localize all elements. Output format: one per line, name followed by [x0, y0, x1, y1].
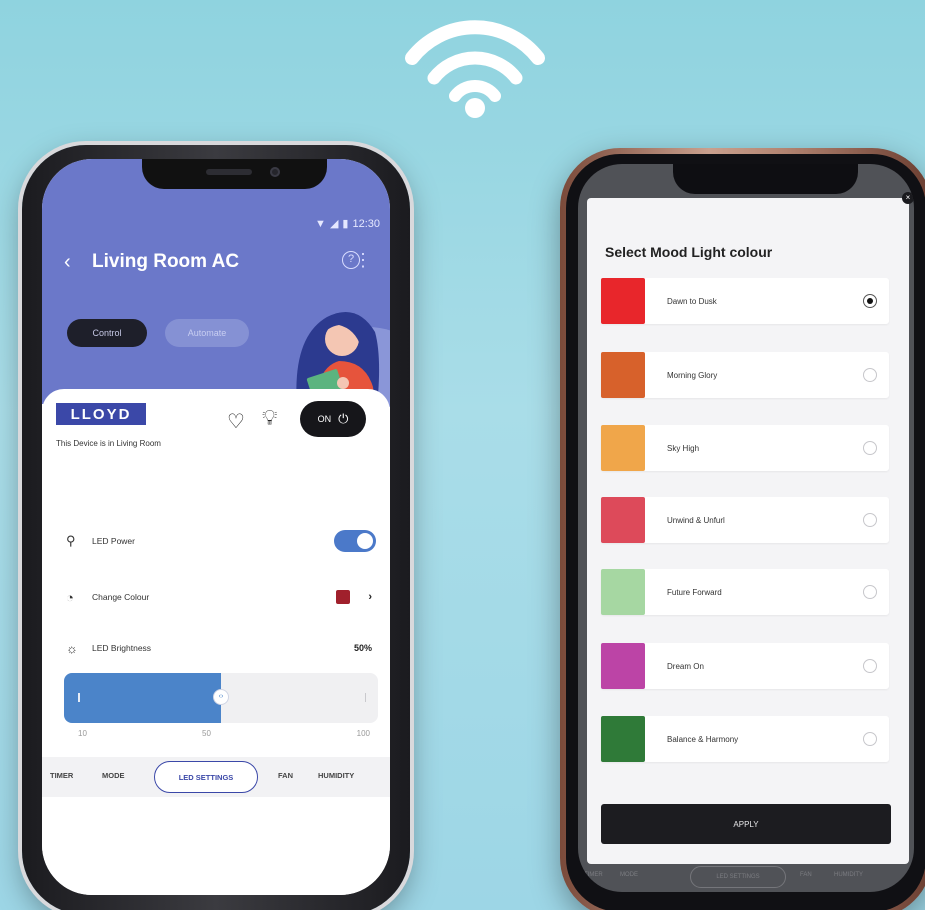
scale-mid-label: 50	[202, 729, 211, 738]
sun-icon: ☼	[66, 640, 78, 656]
colour-swatch	[601, 425, 645, 471]
bg-tab-mode: MODE	[620, 872, 638, 878]
colour-option-unwind-unfurl[interactable]: Unwind & Unfurl	[601, 497, 889, 543]
signal-icon: ◢	[329, 218, 339, 230]
radio-button[interactable]	[863, 441, 877, 455]
status-bar: ▼ ◢ ▮ 12:30	[315, 217, 380, 231]
radio-button[interactable]	[863, 513, 877, 527]
tab-led-settings[interactable]: LED SETTINGS	[154, 761, 258, 793]
tab-timer[interactable]: TIMER	[50, 771, 73, 780]
led-power-row: ⚲ LED Power	[66, 529, 376, 553]
brightness-row: ☼ LED Brightness 50%	[66, 639, 376, 657]
radio-button[interactable]	[863, 585, 877, 599]
colour-option-dawn-to-dusk[interactable]: Dawn to Dusk	[601, 278, 889, 324]
wifi-icon	[405, 20, 545, 118]
right-phone: TIMER MODE LED SETTINGS FAN HUMIDITY × S…	[560, 148, 925, 910]
bg-tab-led-settings: LED SETTINGS	[690, 866, 786, 888]
slider-min-tick	[78, 693, 80, 702]
location-pin-icon: ⚲	[66, 533, 76, 548]
colour-swatch	[601, 497, 645, 543]
colour-option-dream-on[interactable]: Dream On	[601, 643, 889, 689]
slider-handle[interactable]: ‹›	[213, 689, 229, 705]
colour-swatch	[601, 278, 645, 324]
status-time: 12:30	[352, 217, 380, 230]
colour-option-label: Future Forward	[667, 588, 722, 597]
wifi-icon: ▼	[315, 217, 326, 230]
device-location: This Device is in Living Room	[56, 439, 161, 448]
tab-fan[interactable]: FAN	[278, 771, 293, 780]
colour-option-future-forward[interactable]: Future Forward	[601, 569, 889, 615]
radio-button[interactable]	[863, 659, 877, 673]
brightness-slider[interactable]: ‹›	[64, 673, 378, 723]
mood-light-modal: × Select Mood Light colour Dawn to Dusk …	[587, 192, 914, 864]
power-icon: ⏻	[338, 411, 349, 426]
colour-option-balance-harmony[interactable]: Balance & Harmony	[601, 716, 889, 762]
radio-button[interactable]	[863, 368, 877, 382]
apply-button[interactable]: APPLY	[601, 804, 891, 844]
colour-option-label: Unwind & Unfurl	[667, 516, 725, 525]
power-label: ON	[317, 414, 332, 424]
phone-notch	[142, 159, 327, 189]
chevron-right-icon[interactable]: ›	[368, 591, 372, 603]
colour-option-morning-glory[interactable]: Morning Glory	[601, 352, 889, 398]
device-card: LLOYD This Device is in Living Room ♡ 💡︎…	[42, 389, 390, 895]
colour-swatch	[601, 569, 645, 615]
colour-option-label: Balance & Harmony	[667, 735, 739, 744]
colour-option-label: Sky High	[667, 444, 700, 453]
reading-woman-illustration	[296, 312, 390, 407]
front-camera	[270, 167, 280, 177]
power-button[interactable]: ON ⏻	[300, 401, 366, 437]
left-phone-screen: ▼ ◢ ▮ 12:30 ‹ Living Room AC ? ⋮ Control…	[42, 159, 390, 895]
right-phone-screen: TIMER MODE LED SETTINGS FAN HUMIDITY × S…	[578, 164, 914, 892]
toggle-knob	[357, 533, 373, 549]
favorite-heart-icon[interactable]: ♡	[227, 409, 245, 434]
close-icon[interactable]: ×	[902, 192, 914, 204]
light-bulb-icon[interactable]: 💡︎	[262, 405, 277, 431]
bg-tab-timer: TIMER	[584, 872, 603, 878]
scale-min-label: 10	[78, 729, 87, 738]
tab-humidity[interactable]: HUMIDITY	[318, 771, 354, 780]
led-power-label: LED Power	[92, 536, 135, 546]
colour-option-label: Dream On	[667, 662, 704, 671]
colour-option-label: Morning Glory	[667, 371, 718, 380]
radio-button[interactable]	[863, 732, 877, 746]
app-header: ▼ ◢ ▮ 12:30 ‹ Living Room AC ? ⋮ Control…	[42, 159, 390, 407]
colour-option-label: Dawn to Dusk	[667, 297, 717, 306]
tab-mode[interactable]: MODE	[102, 771, 125, 780]
left-phone: ▼ ◢ ▮ 12:30 ‹ Living Room AC ? ⋮ Control…	[22, 145, 410, 910]
colour-swatch	[601, 643, 645, 689]
bg-tab-fan: FAN	[800, 872, 812, 878]
battery-icon: ▮	[342, 218, 349, 230]
change-colour-label: Change Colour	[92, 592, 150, 602]
bg-tab-humidity: HUMIDITY	[834, 872, 863, 878]
more-options-icon[interactable]: ⋮	[354, 251, 372, 269]
change-colour-row[interactable]: ◔ Change Colour ›	[66, 585, 376, 609]
colour-swatch	[601, 352, 645, 398]
bottom-tab-bar: TIMER MODE LED SETTINGS FAN HUMIDITY	[42, 757, 390, 797]
background-tab-bar: TIMER MODE LED SETTINGS FAN HUMIDITY	[578, 862, 914, 892]
tab-control[interactable]: Control	[67, 319, 147, 347]
modal-title: Select Mood Light colour	[605, 244, 773, 260]
brightness-label: LED Brightness	[92, 643, 152, 653]
brightness-value: 50%	[353, 643, 372, 653]
led-power-toggle[interactable]	[334, 530, 376, 552]
radio-button[interactable]	[863, 294, 877, 308]
scale-max-label: 100	[356, 729, 370, 738]
slider-max-tick	[364, 693, 366, 702]
colour-swatch	[601, 716, 645, 762]
page-title: Living Room AC	[92, 251, 240, 272]
slider-fill	[64, 673, 221, 723]
colour-option-sky-high[interactable]: Sky High	[601, 425, 889, 471]
back-button[interactable]: ‹	[64, 251, 71, 274]
palette-icon: ◔	[66, 589, 74, 605]
earpiece	[206, 169, 252, 175]
tab-automate[interactable]: Automate	[165, 319, 249, 347]
phone-notch	[673, 164, 858, 194]
brand-logo: LLOYD	[56, 403, 146, 425]
current-colour-swatch	[336, 590, 350, 604]
